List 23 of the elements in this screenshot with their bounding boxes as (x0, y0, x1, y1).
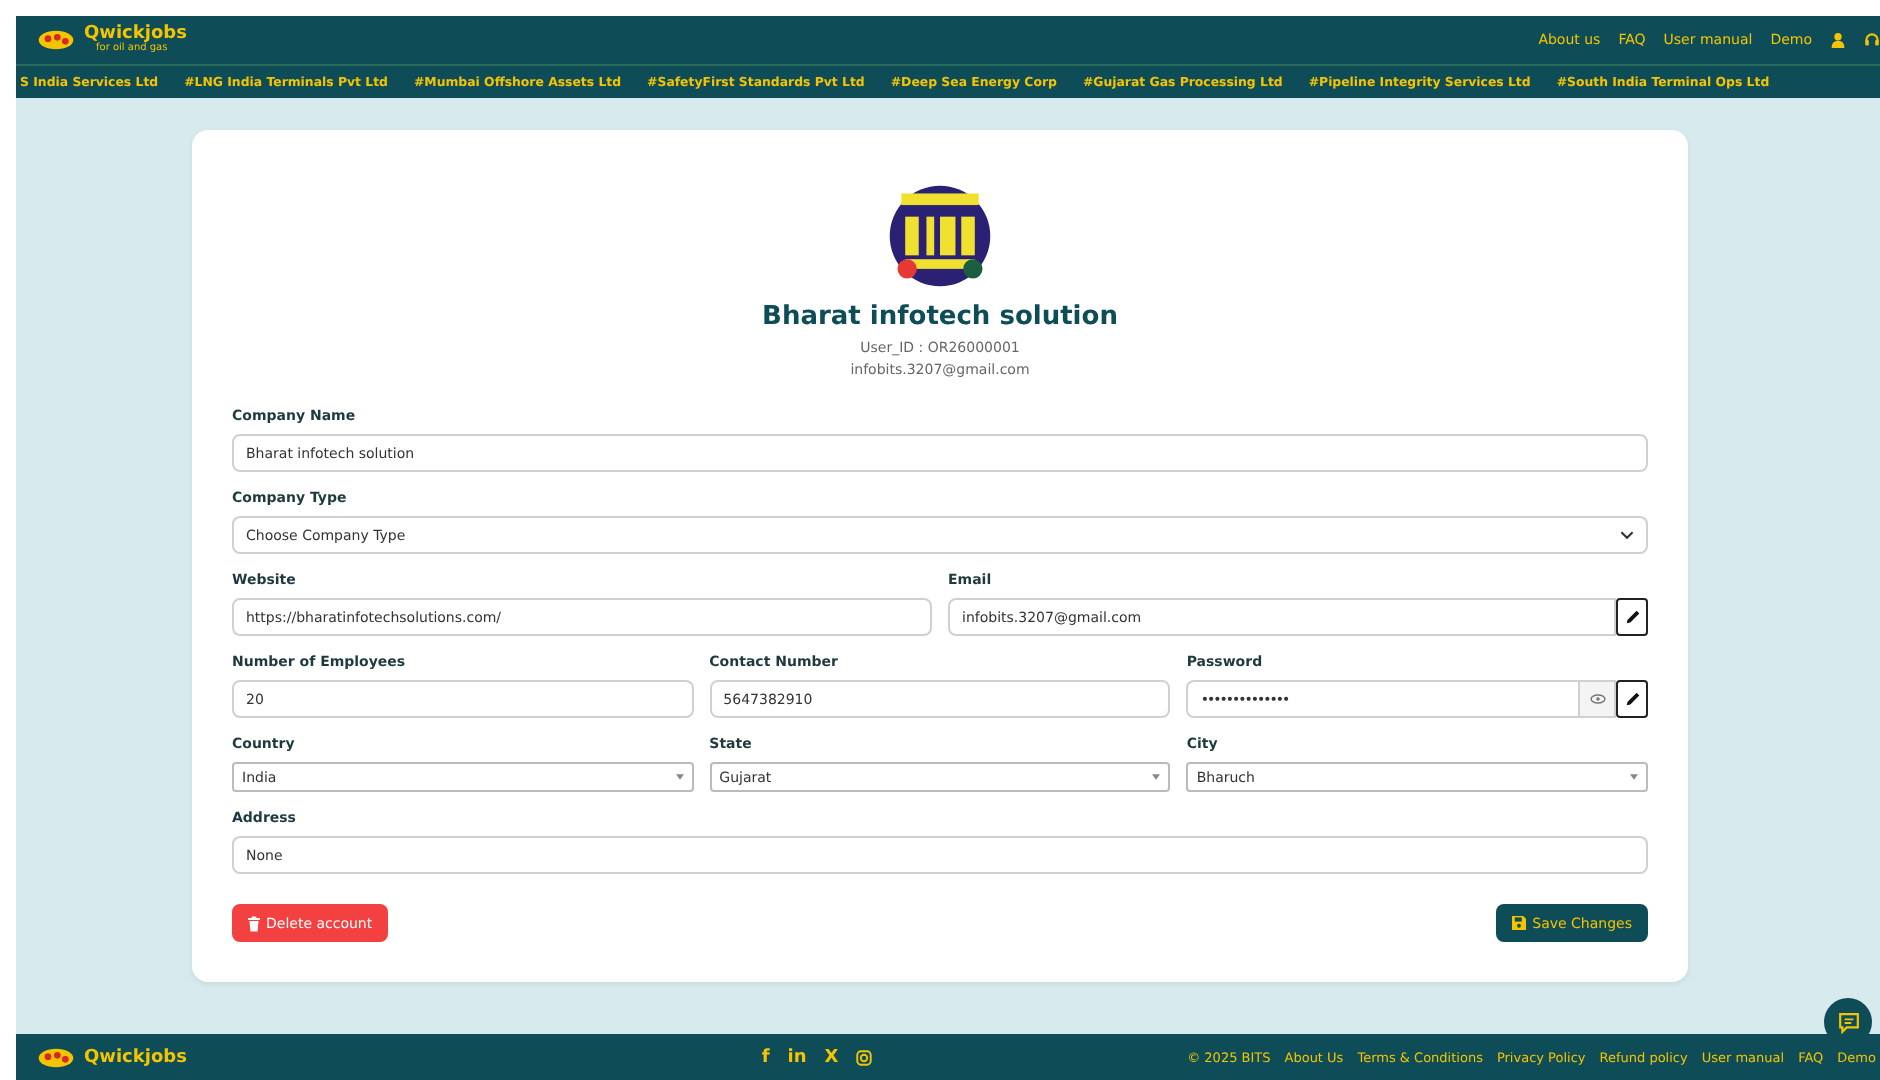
headset-icon[interactable] (1864, 32, 1880, 48)
chevron-icon (1620, 530, 1634, 540)
logo-icon (36, 1045, 76, 1069)
user-icon[interactable] (1830, 32, 1846, 48)
caret-icon (1630, 774, 1639, 780)
eye-icon (1589, 694, 1606, 704)
caret-icon (675, 774, 684, 780)
company-title: Bharat infotech solution (762, 302, 1118, 332)
pencil-icon (1623, 690, 1642, 708)
logo-icon (36, 28, 76, 52)
social-link[interactable]: f (761, 1047, 770, 1067)
social-link[interactable]: X (824, 1047, 839, 1067)
social-link[interactable]: in (787, 1047, 807, 1067)
brand-name[interactable]: Qwickjobs (84, 1047, 187, 1067)
camera-icon[interactable] (856, 1049, 873, 1065)
trash-icon (248, 915, 260, 931)
edit-button[interactable] (1616, 680, 1649, 718)
caret-icon (1152, 774, 1161, 780)
edit-button[interactable] (1616, 598, 1648, 636)
chat-icon (1837, 1011, 1859, 1033)
brand-name[interactable]: Qwickjobs (84, 26, 187, 44)
show-password-button[interactable] (1580, 680, 1617, 718)
pencil-icon (1623, 608, 1641, 626)
